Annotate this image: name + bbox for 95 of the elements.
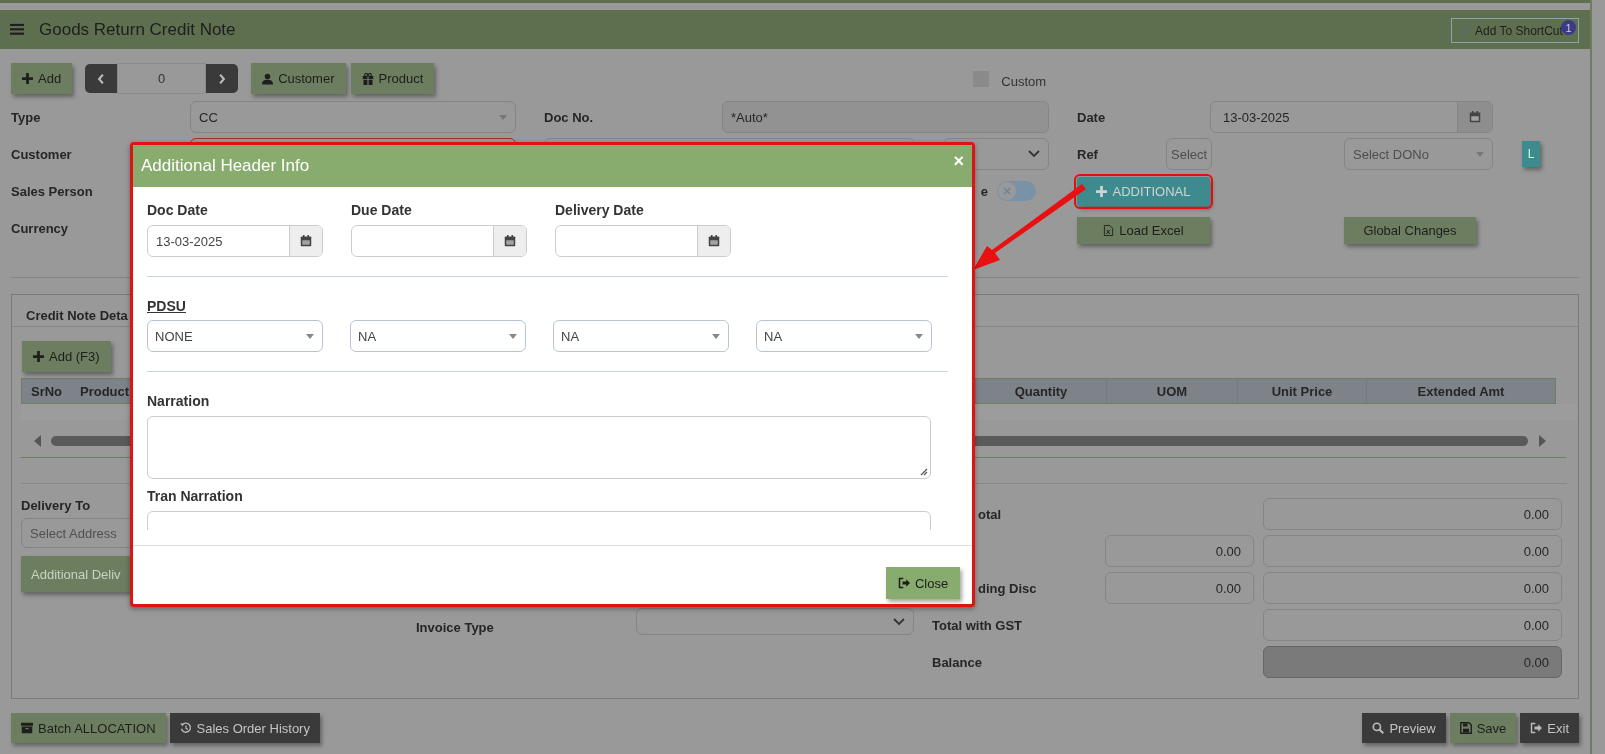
field-label: Doc No. (544, 109, 595, 125)
column-header: Extended Amt (1366, 379, 1555, 403)
record-number-field[interactable]: 0 (117, 63, 207, 94)
amount-field[interactable]: 0.00 (1263, 572, 1562, 604)
plus-icon (1096, 185, 1108, 197)
type-select[interactable]: CC (190, 101, 516, 133)
amount-field[interactable]: 0.00 (1105, 535, 1254, 567)
global-changes-button[interactable]: Global Changes (1344, 217, 1476, 244)
chevron-down-icon (893, 617, 905, 626)
field-label: Customer (11, 146, 73, 162)
footer-button[interactable]: Sales Order History (169, 713, 320, 743)
column-header: SrNo (30, 382, 64, 401)
date-field[interactable] (555, 225, 731, 257)
caret-icon (509, 333, 517, 339)
section-heading: PDSU (147, 298, 186, 314)
add-button[interactable]: Add (11, 63, 73, 94)
field-label: Tran Narration (147, 488, 243, 504)
toggle-label: e (980, 183, 988, 199)
archive-icon (21, 722, 33, 734)
total-label: Total with GST (932, 617, 1024, 633)
column-header: Unit Price (1237, 379, 1366, 403)
dono-select[interactable]: Select DONo (1344, 138, 1493, 170)
field-label: Type (11, 109, 42, 125)
customer-button[interactable]: Customer (251, 63, 346, 94)
field-label: Invoice Type (416, 620, 494, 635)
field-label: Narration (147, 393, 210, 409)
caret-icon (915, 333, 923, 339)
search-icon (1372, 722, 1385, 734)
checkbox-label: Custom (1001, 74, 1047, 89)
count-badge: 1 (1561, 20, 1576, 35)
footer-button[interactable]: Exit (1520, 713, 1579, 743)
add-to-shortcut-button[interactable]: Add To ShortCut 1 (1451, 18, 1579, 43)
cross-icon (1003, 187, 1011, 195)
field-label: Delivery Date (555, 202, 645, 218)
dropdown-select[interactable]: NA (756, 320, 932, 352)
gift-icon (361, 72, 374, 85)
product-button[interactable]: Product (350, 63, 435, 94)
total-label: otal (977, 506, 1003, 522)
resize-grip-icon[interactable] (919, 467, 928, 476)
close-dialog-button[interactable]: Close (886, 567, 960, 599)
column-header: Product (79, 382, 131, 401)
field-label: Currency (11, 220, 70, 236)
field-label: Date (1077, 109, 1107, 125)
dropdown-select[interactable]: NA (350, 320, 526, 352)
calendar-icon (1469, 111, 1481, 123)
amount-field[interactable]: 0.00 (1263, 609, 1562, 641)
invoice-type-select[interactable] (636, 608, 914, 635)
ref-select[interactable]: Select (1166, 138, 1212, 170)
field-label: Sales Person (11, 183, 94, 199)
next-button[interactable] (206, 64, 239, 93)
field-label: Doc Date (147, 202, 209, 218)
history-icon (179, 722, 192, 734)
page-title: Goods Return Credit Note (39, 19, 236, 40)
dropdown-select[interactable]: NONE (147, 320, 323, 352)
caret-icon (712, 333, 720, 339)
menu-icon (9, 22, 25, 37)
amount-field[interactable]: 0.00 (1105, 572, 1254, 604)
calendar-icon (504, 235, 516, 247)
plus-icon (33, 351, 44, 362)
date-field[interactable] (351, 225, 527, 257)
sign-out-icon (897, 577, 910, 589)
footer-button[interactable]: Save (1449, 713, 1517, 743)
chevron-right-icon (217, 72, 228, 85)
caret-icon (1476, 151, 1484, 157)
field-label: Due Date (351, 202, 413, 218)
calendar-icon (708, 235, 720, 247)
calendar-icon (300, 235, 312, 247)
load-excel-button[interactable]: Load Excel (1077, 217, 1210, 244)
add-row-button[interactable]: Add (F3) (22, 341, 111, 372)
field-label: Delivery To (21, 498, 91, 513)
chevron-left-icon (96, 72, 107, 85)
field-label: Ref (1077, 146, 1099, 162)
panel-tab[interactable]: Credit Note Deta (26, 308, 128, 323)
footer-button[interactable]: Batch ALLOCATION (11, 713, 166, 743)
dropdown-select[interactable]: NA (553, 320, 729, 352)
total-label: Balance (932, 654, 983, 670)
chevron-down-icon (1028, 150, 1040, 158)
date-field[interactable]: 13-03-2025 (147, 225, 323, 257)
user-icon (262, 72, 274, 85)
plus-icon (22, 73, 33, 84)
date-field[interactable]: 13-03-2025 (1210, 101, 1493, 133)
amount-field[interactable]: 0.00 (1263, 535, 1562, 567)
column-header: UOM (1106, 379, 1237, 403)
sign-out-icon (1530, 722, 1543, 734)
toggle-switch[interactable] (997, 181, 1036, 201)
previous-button[interactable] (85, 64, 118, 93)
rocket-icon (1458, 24, 1471, 37)
spreadsheet-file-icon (1103, 224, 1115, 237)
amount-field[interactable]: 0.00 (1263, 498, 1562, 530)
caret-icon (306, 333, 314, 339)
caret-icon (499, 114, 507, 120)
doc-no-field[interactable]: *Auto* (722, 101, 1049, 133)
l-button[interactable]: L (1522, 141, 1540, 167)
dialog-title: Additional Header Info (141, 156, 310, 176)
footer-button[interactable]: Preview (1362, 713, 1446, 743)
